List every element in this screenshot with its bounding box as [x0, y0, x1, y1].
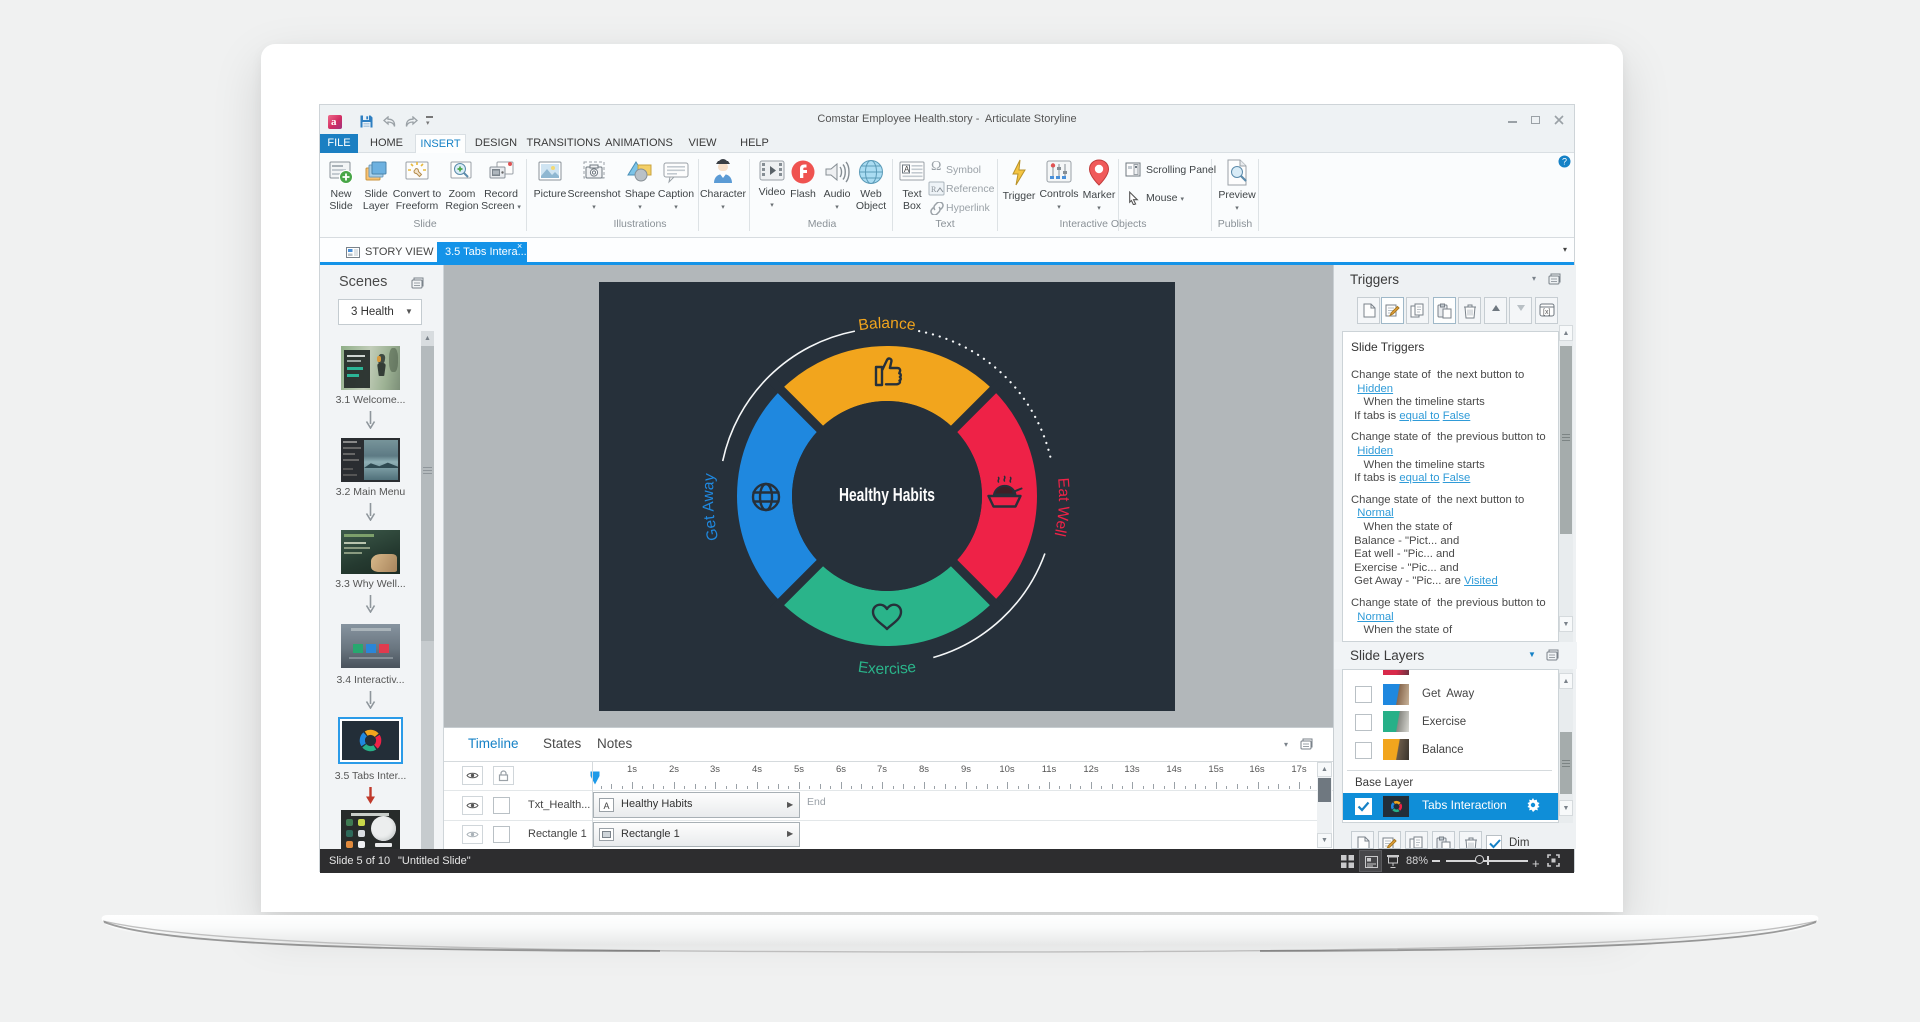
svg-text:Exercise: Exercise: [857, 659, 917, 678]
svg-text:Balance: Balance: [857, 315, 916, 334]
svg-text:Eat Well: Eat Well: [1051, 477, 1072, 538]
svg-text:?: ?: [1562, 157, 1567, 167]
svg-text:R: R: [931, 185, 937, 194]
svg-text:Healthy Habits: Healthy Habits: [839, 485, 935, 505]
svg-text:A: A: [904, 165, 910, 174]
svg-text:[x]: [x]: [1543, 309, 1550, 316]
svg-text:Get Away: Get Away: [700, 472, 722, 542]
